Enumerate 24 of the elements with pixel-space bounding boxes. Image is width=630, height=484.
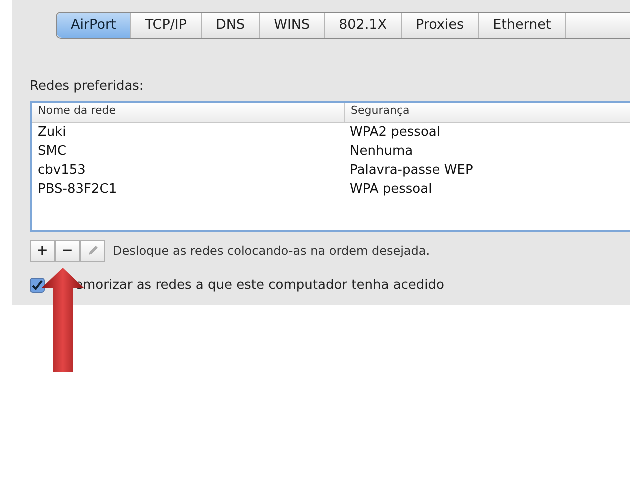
table-cell-text: Nenhuma: [349, 142, 414, 160]
table-cell-text: PBS-83F2C1: [37, 180, 118, 198]
column-header[interactable]: Nome da rede: [32, 102, 344, 122]
tab[interactable]: DNS: [202, 13, 260, 38]
tab[interactable]: 802.1X: [325, 13, 402, 38]
pencil-icon: [86, 244, 98, 256]
table-cell-text: WPA2 pessoal: [349, 124, 442, 142]
tab[interactable]: AirPort: [57, 13, 132, 38]
table-cell-text: cbv153: [37, 162, 87, 180]
tab[interactable]: Proxies: [402, 13, 480, 38]
toolbar-button[interactable]: +: [30, 240, 55, 262]
section-label: Redes preferidas:: [30, 78, 145, 96]
table-cell-text: Zuki: [37, 124, 68, 142]
checkbox[interactable]: [30, 278, 45, 293]
column-header[interactable]: Segurança: [344, 102, 630, 122]
table-cell-text: SMC: [37, 142, 68, 160]
table-cell-text: WPA pessoal: [349, 180, 434, 198]
tab[interactable]: Ethernet: [479, 13, 566, 38]
networks-table[interactable]: Nome da rede Segurança Zuki WPA2 pessoal SMC Nenhuma cbv153 Palavra-passe WEP PBS-83F2C1 WPA pessoal: [30, 100, 630, 232]
table-cell-text: Palavra-passe WEP: [349, 162, 474, 180]
hint-text: Desloque as redes colocando-as na ordem desejada.: [113, 242, 430, 260]
tab[interactable]: TCP/IP: [131, 13, 202, 38]
toolbar-button[interactable]: −: [55, 240, 80, 262]
tab[interactable]: WINS: [260, 13, 326, 38]
